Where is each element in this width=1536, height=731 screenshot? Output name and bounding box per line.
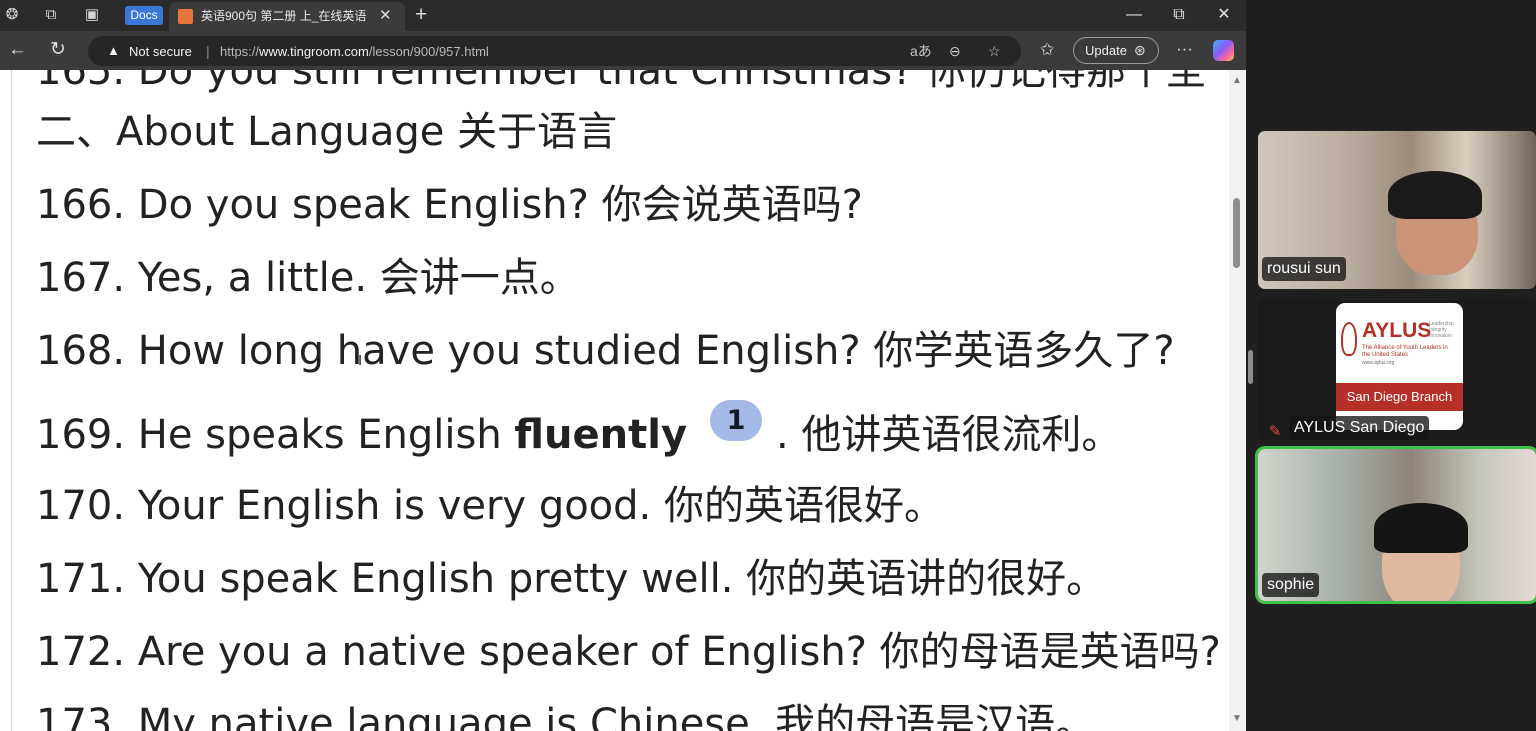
participant-hair [1388, 171, 1482, 219]
reload-icon[interactable]: ↻ [50, 39, 66, 61]
more-menu-icon[interactable]: ··· [1176, 39, 1193, 59]
lesson-line-169-tail: . 他讲英语很流利。 [776, 412, 1122, 458]
address-bar: ← ↻ ▲ Not secure | https://www.tingroom.… [0, 31, 1246, 70]
aylus-logo: AYLUS Leadership Integrity Innovation Th… [1336, 303, 1463, 430]
lesson-line-173: 173. My native language is Chinese. 我的母语… [36, 701, 1096, 731]
lesson-line-167: 167. Yes, a little. 会讲一点。 [36, 255, 580, 301]
participant-tile-active-speaker[interactable]: sophie [1258, 449, 1536, 601]
logo-tagline: The Alliance of Youth Leaders in the Uni… [1362, 345, 1448, 358]
update-button[interactable]: Update ⊛ [1073, 37, 1159, 64]
participant-name-tag: sophie [1262, 573, 1320, 597]
page-scrollbar[interactable]: ▲ ▼ [1229, 70, 1246, 731]
security-label: Not secure [129, 44, 192, 59]
profile-avatar-icon[interactable]: ❂ [1, 5, 23, 25]
logo-wordmark: AYLUS [1362, 319, 1432, 342]
lesson-line-169-lead: 169. He speaks English [36, 412, 515, 458]
browser-window: ❂ ⧉ ▣ Docs 英语900句 第二册 上_在线英语听 ✕ + — ⧉ ✕ … [0, 0, 1246, 731]
page-left-border [11, 70, 12, 731]
lesson-line-171: 171. You speak English pretty well. 你的英语… [36, 556, 1107, 602]
url-field[interactable]: ▲ Not secure | https://www.tingroom.com/… [88, 36, 1021, 66]
lesson-line-165: 165. Do you still remember that Christma… [36, 70, 1206, 94]
lesson-line-172: 172. Are you a native speaker of English… [36, 629, 1221, 675]
tab-title: 英语900句 第二册 上_在线英语听 [201, 9, 366, 23]
tab-close-icon[interactable]: ✕ [379, 7, 392, 25]
lesson-line-169: 169. He speaks English fluently [36, 411, 687, 459]
back-arrow-icon[interactable]: ← [8, 39, 27, 61]
scrollbar-thumb[interactable] [1233, 198, 1240, 268]
page-content: 165. Do you still remember that Christma… [0, 70, 1246, 731]
favorite-star-icon[interactable]: ☆ [988, 43, 1001, 59]
url-text[interactable]: https://www.tingroom.com/lesson/900/957.… [220, 44, 489, 59]
update-label: Update [1085, 43, 1127, 58]
tab-bar: ❂ ⧉ ▣ Docs 英语900句 第二册 上_在线英语听 ✕ + — ⧉ ✕ [0, 0, 1246, 31]
scroll-down-icon[interactable]: ▼ [1232, 714, 1242, 724]
workspaces-icon[interactable]: ⧉ [40, 5, 62, 25]
tab-docs[interactable]: Docs [125, 6, 163, 25]
mic-muted-icon: ✎ [1268, 423, 1282, 440]
section-heading: 二、About Language 关于语言 [36, 109, 618, 155]
tab-active[interactable]: 英语900句 第二册 上_在线英语听 ✕ [169, 2, 405, 31]
meeting-participant-panel: rousui sun AYLUS Leadership Integrity In… [1246, 0, 1536, 731]
minimize-button[interactable]: — [1118, 4, 1150, 26]
participant-name-tag: rousui sun [1262, 257, 1346, 281]
close-window-button[interactable]: ✕ [1208, 4, 1240, 26]
panel-resize-handle[interactable] [1248, 350, 1253, 384]
copilot-icon[interactable] [1213, 40, 1234, 61]
logo-branch-band: San Diego Branch [1336, 383, 1463, 411]
logo-side-words: Leadership Integrity Innovation [1429, 321, 1454, 339]
participant-tile[interactable]: rousui sun [1258, 131, 1536, 289]
read-aloud-icon[interactable]: aあ [910, 43, 932, 59]
url-host: www.tingroom.com [259, 44, 369, 59]
participant-name-tag: AYLUS San Diego [1289, 416, 1430, 440]
favorites-icon[interactable]: ✩ [1040, 39, 1054, 61]
lesson-line-168: 168. How long have you studied English? … [36, 328, 1175, 374]
url-path: /lesson/900/957.html [368, 44, 489, 59]
warning-icon: ▲ [107, 43, 120, 58]
logo-website: www.aylus.org [1362, 360, 1395, 366]
restore-button[interactable]: ⧉ [1163, 4, 1195, 26]
participant-tile[interactable]: AYLUS Leadership Integrity Innovation Th… [1258, 300, 1536, 440]
browser-essentials-icon[interactable]: ⊖ [949, 43, 961, 59]
participant-hair [1374, 503, 1468, 553]
url-divider: | [206, 43, 210, 59]
new-tab-button[interactable]: + [415, 4, 427, 26]
url-scheme: https:// [220, 44, 260, 59]
lesson-line-169-bold-word: fluently [514, 412, 688, 458]
tab-actions-icon[interactable]: ▣ [81, 5, 103, 25]
lesson-line-166: 166. Do you speak English? 你会说英语吗? [36, 182, 863, 228]
tab-favicon-icon [178, 9, 193, 24]
flame-icon [1341, 322, 1357, 356]
text-cursor-icon: I [358, 352, 363, 369]
update-status-icon: ⊛ [1134, 42, 1146, 58]
annotation-badge[interactable]: 1 [710, 400, 762, 441]
lesson-line-170: 170. Your English is very good. 你的英语很好。 [36, 483, 944, 529]
scroll-up-icon[interactable]: ▲ [1232, 76, 1242, 86]
